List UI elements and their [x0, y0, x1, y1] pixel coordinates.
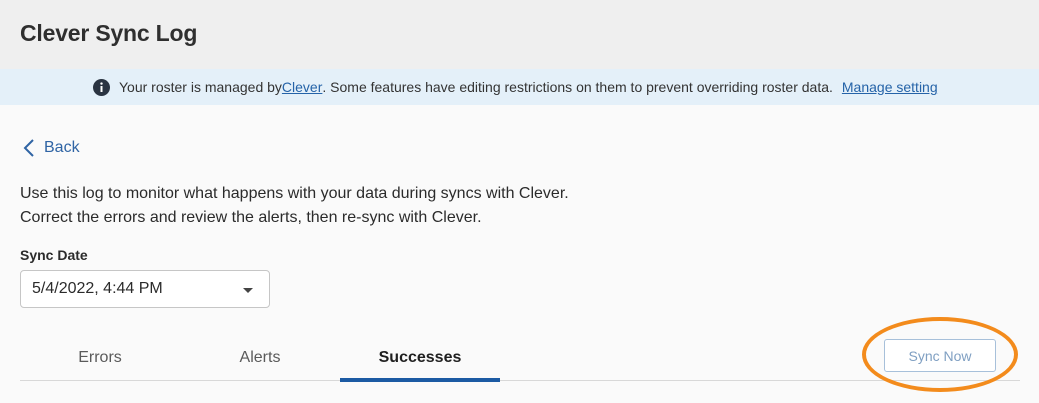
back-label: Back	[44, 139, 80, 156]
tab-alerts[interactable]: Alerts	[180, 335, 340, 381]
roster-info-banner: Your roster is managed by Clever. Some f…	[0, 69, 1039, 105]
clever-link[interactable]: Clever	[282, 79, 322, 95]
main-content: Back Use this log to monitor what happen…	[0, 105, 1039, 403]
sync-date-value: 5/4/2022, 4:44 PM	[32, 280, 163, 297]
banner-text-after: . Some features have editing restriction…	[322, 79, 833, 95]
tab-successes[interactable]: Successes	[340, 335, 500, 382]
info-icon	[93, 78, 110, 96]
description-line-2: Correct the errors and review the alerts…	[20, 209, 482, 226]
tab-errors[interactable]: Errors	[20, 335, 180, 381]
manage-setting-link[interactable]: Manage setting	[842, 79, 938, 95]
sync-date-select[interactable]: 5/4/2022, 4:44 PM	[20, 270, 270, 308]
log-tabs: Errors Alerts Successes	[20, 335, 1020, 382]
page-header: Clever Sync Log	[0, 0, 1039, 69]
description: Use this log to monitor what happens wit…	[20, 182, 569, 230]
page-title: Clever Sync Log	[20, 20, 198, 46]
chevron-left-icon	[23, 139, 34, 157]
sync-date-label: Sync Date	[20, 247, 88, 263]
sync-now-button[interactable]: Sync Now	[884, 339, 996, 372]
back-button[interactable]: Back	[22, 138, 80, 158]
description-line-1: Use this log to monitor what happens wit…	[20, 185, 569, 202]
banner-text-before: Your roster is managed by	[119, 79, 282, 95]
caret-down-icon	[243, 288, 253, 293]
banner-message: Your roster is managed by Clever. Some f…	[93, 78, 938, 96]
